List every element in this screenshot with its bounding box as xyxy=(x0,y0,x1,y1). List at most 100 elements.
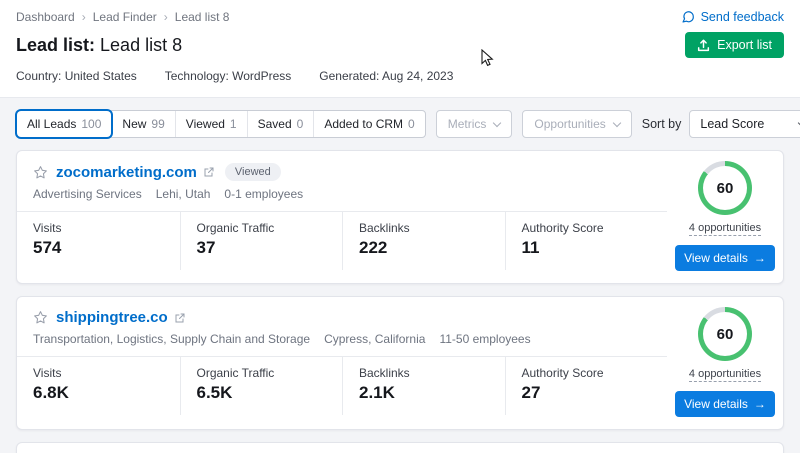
tab-new-count: 99 xyxy=(151,117,164,131)
metric-value: 11 xyxy=(522,238,652,258)
arrow-right-icon: → xyxy=(754,397,766,411)
tab-added-to-crm-count: 0 xyxy=(408,117,415,131)
chevron-down-icon xyxy=(613,118,621,126)
chevron-down-icon xyxy=(493,118,501,126)
viewed-badge: Viewed xyxy=(225,163,281,181)
tab-added-to-crm-label: Added to CRM xyxy=(324,117,403,131)
lead-card: shippingtree.co Transportation, Logistic… xyxy=(16,296,784,430)
metric-value: 2.1K xyxy=(359,383,489,403)
sort-by-label: Sort by xyxy=(642,117,682,131)
lead-score-ring: 60 xyxy=(698,307,752,361)
lead-subtitle: Advertising Services Lehi, Utah 0-1 empl… xyxy=(33,187,651,201)
metrics-dropdown[interactable]: Metrics xyxy=(436,110,513,138)
lead-score-ring: 60 xyxy=(698,161,752,215)
lead-score-value: 60 xyxy=(717,326,734,343)
tab-all-leads-label: All Leads xyxy=(27,117,76,131)
arrow-right-icon: → xyxy=(754,251,766,265)
meta-technology: Technology: WordPress xyxy=(165,69,292,83)
chevron-separator-icon: › xyxy=(164,10,168,24)
send-feedback-label: Send feedback xyxy=(701,10,784,24)
lead-filter-tabs: All Leads 100 New 99 Viewed 1 Saved 0 Ad… xyxy=(16,110,426,138)
lead-score-value: 60 xyxy=(717,180,734,197)
external-link-icon xyxy=(174,312,186,324)
metric-label: Authority Score xyxy=(522,366,652,380)
metric-label: Backlinks xyxy=(359,221,489,235)
star-icon[interactable] xyxy=(33,165,48,180)
lead-subtitle: Transportation, Logistics, Supply Chain … xyxy=(33,332,651,346)
lead-list: zocomarketing.com Viewed Advertising Ser… xyxy=(0,148,800,453)
metric-visits: Visits 6.8K xyxy=(17,357,180,415)
domain-text: shippingtree.co xyxy=(56,309,168,326)
metric-label: Visits xyxy=(33,366,164,380)
lead-employees: 0-1 employees xyxy=(224,187,303,201)
chevron-separator-icon: › xyxy=(82,10,86,24)
opportunities-dropdown[interactable]: Opportunities xyxy=(522,110,631,138)
view-details-label: View details xyxy=(684,251,748,265)
metric-value: 27 xyxy=(522,383,652,403)
sort-select[interactable]: Lead Score xyxy=(689,110,800,138)
metric-value: 574 xyxy=(33,238,164,258)
domain-text: zocomarketing.com xyxy=(56,164,197,181)
tab-saved-label: Saved xyxy=(258,117,292,131)
metric-label: Organic Traffic xyxy=(197,221,327,235)
domain-link[interactable]: zocomarketing.com xyxy=(56,164,215,181)
view-details-label: View details xyxy=(684,397,748,411)
breadcrumb: Dashboard › Lead Finder › Lead list 8 xyxy=(16,10,229,24)
metrics-dropdown-label: Metrics xyxy=(448,117,487,131)
metric-value: 6.5K xyxy=(197,383,327,403)
view-details-button[interactable]: View details → xyxy=(675,245,775,271)
opportunities-link[interactable]: 4 opportunities xyxy=(689,222,761,236)
tab-viewed-label: Viewed xyxy=(186,117,225,131)
lead-card: zocomarketing.com Viewed Advertising Ser… xyxy=(16,150,784,284)
sort-controls: Sort by Lead Score xyxy=(642,110,800,138)
tab-saved-count: 0 xyxy=(297,117,304,131)
lead-employees: 11-50 employees xyxy=(439,332,530,346)
metric-backlinks: Backlinks 2.1K xyxy=(342,357,505,415)
lead-metrics: Visits 6.8K Organic Traffic 6.5K Backlin… xyxy=(17,356,667,415)
list-meta: Country: United States Technology: WordP… xyxy=(16,69,784,83)
meta-generated: Generated: Aug 24, 2023 xyxy=(319,69,453,83)
lead-industry: Advertising Services xyxy=(33,187,142,201)
external-link-icon xyxy=(203,166,215,178)
metric-label: Authority Score xyxy=(522,221,652,235)
opportunities-dropdown-label: Opportunities xyxy=(534,117,605,131)
metric-label: Organic Traffic xyxy=(197,366,327,380)
page-title: Lead list: Lead list 8 xyxy=(16,35,182,56)
opportunities-link[interactable]: 4 opportunities xyxy=(689,368,761,382)
view-details-button[interactable]: View details → xyxy=(675,391,775,417)
breadcrumb-item-lead-finder[interactable]: Lead Finder xyxy=(93,10,157,24)
tab-saved[interactable]: Saved 0 xyxy=(247,111,314,137)
metric-label: Backlinks xyxy=(359,366,489,380)
domain-link[interactable]: shippingtree.co xyxy=(56,309,186,326)
metric-value: 222 xyxy=(359,238,489,258)
metric-authority-score: Authority Score 27 xyxy=(505,357,668,415)
lead-location: Lehi, Utah xyxy=(156,187,211,201)
meta-country: Country: United States xyxy=(16,69,137,83)
tab-added-to-crm[interactable]: Added to CRM 0 xyxy=(313,111,424,137)
metric-value: 6.8K xyxy=(33,383,164,403)
breadcrumb-item-dashboard[interactable]: Dashboard xyxy=(16,10,75,24)
breadcrumb-item-current: Lead list 8 xyxy=(175,10,230,24)
metric-backlinks: Backlinks 222 xyxy=(342,212,505,270)
lead-card: amhydro.com Farming Arcata, CA 11-50 emp… xyxy=(16,442,784,453)
tab-new[interactable]: New 99 xyxy=(111,111,174,137)
metric-organic-traffic: Organic Traffic 37 xyxy=(180,212,343,270)
export-list-button[interactable]: Export list xyxy=(685,32,784,58)
tab-all-leads[interactable]: All Leads 100 xyxy=(17,111,111,137)
metric-label: Visits xyxy=(33,221,164,235)
tab-new-label: New xyxy=(122,117,146,131)
feedback-bubble-icon xyxy=(681,10,695,24)
filter-bar: All Leads 100 New 99 Viewed 1 Saved 0 Ad… xyxy=(0,98,800,148)
export-icon xyxy=(697,39,710,52)
page-title-value: Lead list 8 xyxy=(100,35,182,55)
export-list-label: Export list xyxy=(717,38,772,52)
page-title-label: Lead list: xyxy=(16,35,95,55)
send-feedback-link[interactable]: Send feedback xyxy=(681,10,784,24)
metric-organic-traffic: Organic Traffic 6.5K xyxy=(180,357,343,415)
tab-viewed-count: 1 xyxy=(230,117,237,131)
metric-visits: Visits 574 xyxy=(17,212,180,270)
tab-viewed[interactable]: Viewed 1 xyxy=(175,111,247,137)
lead-metrics: Visits 574 Organic Traffic 37 Backlinks … xyxy=(17,211,667,270)
lead-industry: Transportation, Logistics, Supply Chain … xyxy=(33,332,310,346)
star-icon[interactable] xyxy=(33,310,48,325)
